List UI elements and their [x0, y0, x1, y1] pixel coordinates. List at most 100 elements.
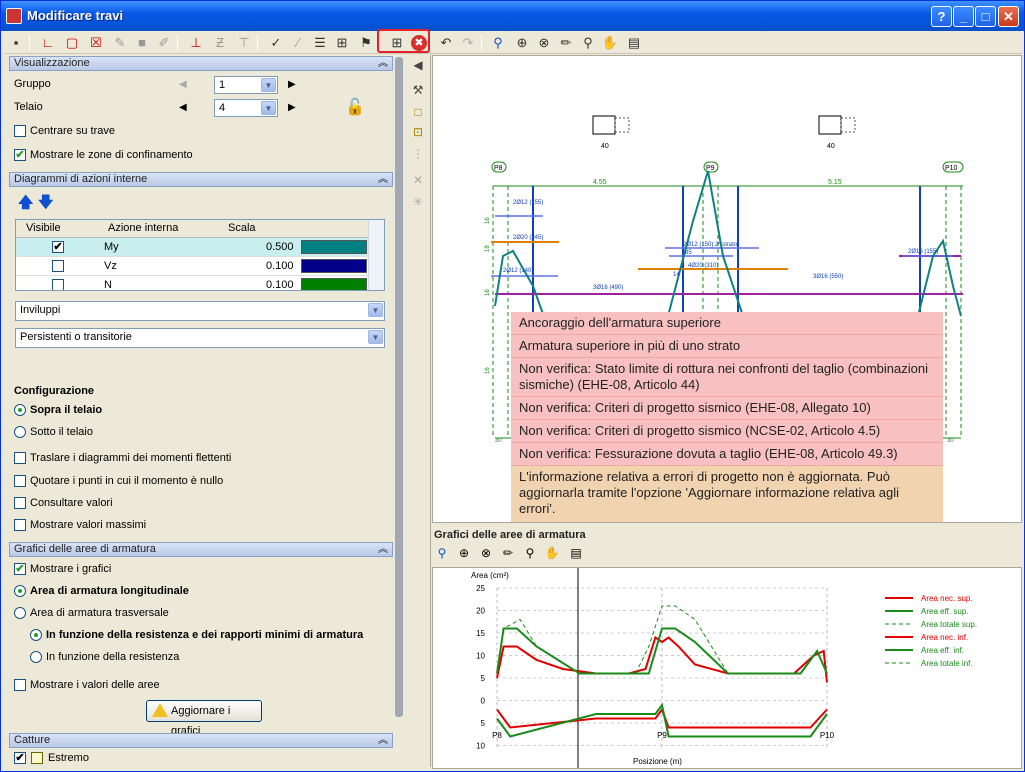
snap-perp-icon[interactable]: ✳	[409, 193, 427, 211]
print-beam-icon[interactable]: ⊞	[333, 34, 351, 52]
row-scale[interactable]: 0.500	[266, 241, 294, 253]
table-row[interactable]: N 0.100	[16, 276, 370, 290]
snap-center-icon[interactable]: ⊡	[409, 123, 427, 141]
print-icon[interactable]: ▤	[568, 545, 584, 561]
sopra-radio[interactable]	[14, 404, 26, 416]
zoom-dynamic-icon[interactable]: ⚲	[522, 545, 538, 561]
prev-gruppo-icon[interactable]: ◀	[179, 79, 187, 90]
section-icon[interactable]: Ƶ	[211, 34, 229, 52]
rectangle-icon[interactable]: □	[409, 103, 427, 121]
left-scrollbar[interactable]	[394, 55, 404, 767]
zoom-previous-icon[interactable]: ⊗	[478, 545, 494, 561]
resistenza-radio[interactable]	[30, 651, 42, 663]
zoom-dynamic-icon[interactable]: ⚲	[579, 34, 597, 52]
row-scale[interactable]: 0.100	[266, 260, 294, 272]
pan-icon[interactable]: ✋	[601, 34, 619, 52]
prev-telaio-icon[interactable]: ◀	[179, 102, 187, 113]
zoom-window-icon[interactable]: ⚲	[434, 545, 450, 561]
aggiornare-grafici-button[interactable]: Aggiornare i grafici	[146, 700, 262, 737]
copy-icon[interactable]: ✐	[155, 34, 173, 52]
collapse-icon[interactable]: ︽	[378, 173, 388, 186]
drawing-area[interactable]: 40 40 P8 P9 P10 4.55 5.15 2Ø12 (155) 2Ø2…	[432, 55, 1022, 523]
collapse-icon[interactable]: ︽	[378, 734, 388, 747]
next-gruppo-icon[interactable]: ▶	[288, 79, 296, 90]
next-telaio-icon[interactable]: ▶	[288, 102, 296, 113]
save-icon[interactable]: ▪	[7, 34, 25, 52]
snap-cross-icon[interactable]: ✕	[409, 171, 427, 189]
check-icon[interactable]: ✓	[267, 34, 285, 52]
measure-icon[interactable]: ✏	[500, 545, 516, 561]
scrollbar-thumb[interactable]	[395, 57, 403, 717]
section-grafici-header[interactable]: Grafici delle aree di armatura ︽	[9, 542, 393, 557]
legend-label: Area nec. inf.	[921, 633, 968, 642]
traslare-checkbox[interactable]	[14, 452, 26, 464]
massimi-checkbox[interactable]	[14, 519, 26, 531]
collapse-icon[interactable]: ︽	[378, 543, 388, 556]
tools-icon[interactable]: ⚒	[409, 81, 427, 99]
valori-aree-checkbox[interactable]	[14, 679, 26, 691]
minimize-button[interactable]: _	[953, 6, 974, 27]
collapse-icon[interactable]: ︽	[378, 57, 388, 70]
row-visible-checkbox[interactable]	[52, 279, 64, 290]
zone-confinamento-checkbox[interactable]: ✔	[14, 149, 26, 161]
profile-icon[interactable]: ⊤	[235, 34, 253, 52]
consultare-checkbox[interactable]	[14, 497, 26, 509]
resistenza-minimi-radio[interactable]	[30, 629, 42, 641]
longitudinale-radio[interactable]	[14, 585, 26, 597]
section-visualizzazione-header[interactable]: Visualizzazione ︽	[9, 56, 393, 71]
legend-label: Area nec. sup.	[921, 594, 973, 603]
table-row[interactable]: ✔ My 0.500	[16, 238, 370, 257]
move-down-icon[interactable]: 🡇	[38, 192, 53, 217]
mostrare-grafici-checkbox[interactable]: ✔	[14, 563, 26, 575]
combinazioni-select[interactable]: Persistenti o transitorie ▼	[15, 328, 385, 348]
section-catture-header[interactable]: Catture ︽	[9, 733, 393, 748]
new-span-icon[interactable]: ▢	[63, 34, 81, 52]
quotare-checkbox[interactable]	[14, 475, 26, 487]
centrare-checkbox[interactable]	[14, 125, 26, 137]
uncheck-icon[interactable]: ⁄	[289, 34, 307, 52]
move-up-icon[interactable]: 🡅	[18, 192, 33, 217]
sotto-radio[interactable]	[14, 426, 26, 438]
gruppo-select[interactable]: 1 ▼	[214, 76, 278, 94]
close-button[interactable]: ✕	[998, 6, 1019, 27]
reinforcement-icon[interactable]: ⊥	[187, 34, 205, 52]
massimi-label: Mostrare valori massimi	[30, 519, 147, 531]
table-row[interactable]: Vz 0.100	[16, 257, 370, 276]
error-item: Ancoraggio dell'armatura superiore	[511, 312, 943, 335]
collapse-left-icon[interactable]: ◀	[409, 56, 427, 74]
estremo-checkbox[interactable]: ✔	[14, 752, 26, 764]
row-color-swatch[interactable]	[301, 278, 367, 290]
bar-label: 4Ø20 (310)	[688, 263, 718, 269]
group-icon[interactable]: ⚑	[357, 34, 375, 52]
redo-icon[interactable]: ↷	[459, 34, 477, 52]
help-button[interactable]: ?	[931, 6, 952, 27]
zoom-all-icon[interactable]: ⊕	[513, 34, 531, 52]
edit-icon[interactable]: ✎	[111, 34, 129, 52]
zoom-all-icon[interactable]: ⊕	[456, 545, 472, 561]
zoom-window-icon[interactable]: ⚲	[489, 34, 507, 52]
pan-icon[interactable]: ✋	[544, 545, 560, 561]
row-visible-checkbox[interactable]: ✔	[52, 241, 64, 253]
trasversale-radio[interactable]	[14, 607, 26, 619]
chart-area[interactable]: Area (cm²) Posizione (m) 25 20 15 10 5 0 5 10 P8 P9…	[432, 567, 1022, 769]
delete-icon[interactable]: ☒	[87, 34, 105, 52]
list-icon[interactable]: ☰	[311, 34, 329, 52]
row-visible-checkbox[interactable]	[52, 260, 64, 272]
table-scrollbar[interactable]	[368, 220, 384, 290]
maximize-button[interactable]: □	[975, 6, 996, 27]
row-scale[interactable]: 0.100	[266, 279, 294, 290]
draw-beam-icon[interactable]: ∟	[39, 34, 57, 52]
measure-icon[interactable]: ✏	[557, 34, 575, 52]
snap-grid-icon[interactable]: ⋮	[409, 145, 427, 163]
undo-icon[interactable]: ↶	[437, 34, 455, 52]
telaio-select[interactable]: 4 ▼	[214, 99, 278, 117]
row-color-swatch[interactable]	[301, 240, 367, 254]
section-diagrammi-header[interactable]: Diagrammi di azioni interne ︽	[9, 172, 393, 187]
zoom-previous-icon[interactable]: ⊗	[535, 34, 553, 52]
print-icon[interactable]: ▤	[625, 34, 643, 52]
row-color-swatch[interactable]	[301, 259, 367, 273]
lock-icon[interactable]: 🔓	[345, 97, 365, 117]
inviluppi-select[interactable]: Inviluppi ▼	[15, 301, 385, 321]
vertical-toolbar: ◀ ⚒ □ ⊡ ⋮ ✕ ✳	[405, 55, 431, 767]
fill-icon[interactable]: ■	[133, 34, 151, 52]
